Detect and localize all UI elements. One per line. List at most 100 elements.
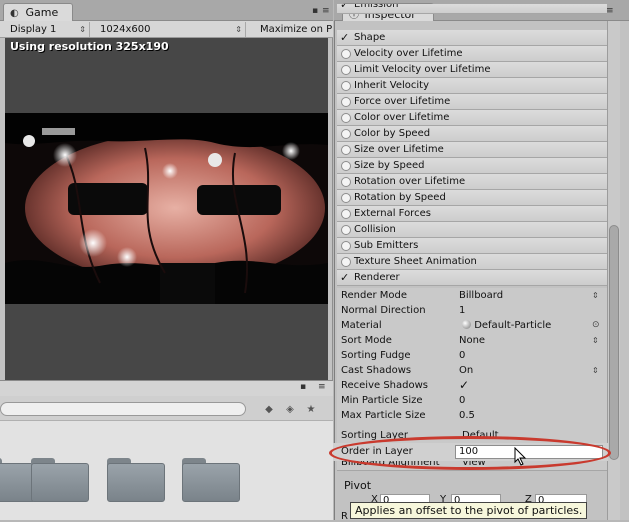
module-shape[interactable]: ✓ Shape (337, 30, 607, 46)
resolution-select[interactable]: 1024x600 ⇕ (96, 22, 246, 37)
module-toggle-circle-icon[interactable] (341, 81, 351, 91)
lock-icon[interactable]: ▪ (312, 6, 318, 16)
updown-arrow-icon: ⇕ (592, 336, 599, 345)
module-toggle-circle-icon[interactable] (341, 49, 351, 59)
module-emission[interactable]: ✓ Emission (337, 4, 607, 14)
filter-by-type-icon[interactable]: ◆ (262, 404, 276, 416)
filter-by-label-icon[interactable]: ◈ (283, 404, 297, 416)
mouse-cursor-icon (514, 447, 527, 466)
module-renderer[interactable]: ✓ Renderer (337, 270, 607, 286)
panel-menu-icon[interactable]: ≡ (322, 6, 330, 16)
module-rotation-by-speed[interactable]: Rotation by Speed (337, 190, 607, 206)
display-select[interactable]: Display 1 ⇕ (6, 22, 90, 37)
game-scene-image (5, 113, 328, 304)
module-enabled-checkbox[interactable]: ✓ (340, 30, 349, 46)
module-texture-sheet-animation[interactable]: Texture Sheet Animation (337, 254, 607, 270)
module-inherit-velocity[interactable]: Inherit Velocity (337, 78, 607, 94)
updown-arrow-icon: ⇕ (592, 291, 599, 300)
normal-direction-field[interactable]: 1 (459, 305, 465, 316)
module-toggle-circle-icon[interactable] (341, 193, 351, 203)
module-limit-velocity-over-lifetime[interactable]: Limit Velocity over Lifetime (337, 62, 607, 78)
next-property-label: R (341, 511, 348, 522)
folder-icon[interactable] (182, 458, 240, 502)
scrollbar-thumb[interactable] (609, 225, 619, 460)
receive-shadows-checkbox[interactable]: ✓ (459, 378, 469, 392)
min-particle-size-label: Min Particle Size (341, 395, 423, 406)
module-collision[interactable]: Collision (337, 222, 607, 238)
module-external-forces[interactable]: External Forces (337, 206, 607, 222)
module-toggle-circle-icon[interactable] (341, 257, 351, 267)
module-toggle-circle-icon[interactable] (341, 225, 351, 235)
module-color-by-speed[interactable]: Color by Speed (337, 126, 607, 142)
project-toolbar: ▪ ≡ (0, 381, 333, 396)
highlight-annotation (329, 436, 611, 470)
module-label: Rotation by Speed (354, 192, 446, 203)
module-rotation-over-lifetime[interactable]: Rotation over Lifetime (337, 174, 607, 190)
updown-arrow-icon: ⇕ (79, 25, 86, 34)
module-label: Limit Velocity over Lifetime (354, 64, 491, 75)
module-size-by-speed[interactable]: Size by Speed (337, 158, 607, 174)
object-picker-icon[interactable]: ⊙ (592, 320, 600, 330)
module-toggle-circle-icon[interactable] (341, 145, 351, 155)
module-enabled-checkbox[interactable]: ✓ (340, 270, 349, 286)
sorting-fudge-field[interactable]: 0 (459, 350, 465, 361)
maximize-on-play-label: Maximize on P (260, 24, 333, 35)
module-color-over-lifetime[interactable]: Color over Lifetime (337, 110, 607, 126)
module-toggle-circle-icon[interactable] (341, 113, 351, 123)
module-sub-emitters[interactable]: Sub Emitters (337, 238, 607, 254)
min-particle-size-field[interactable]: 0 (459, 395, 465, 406)
module-label: Sub Emitters (354, 240, 419, 251)
game-controller-icon: ◐ (10, 8, 19, 19)
module-label: Color over Lifetime (354, 112, 450, 123)
maximize-on-play-button[interactable]: Maximize on P (256, 22, 333, 37)
module-label: Velocity over Lifetime (354, 48, 463, 59)
material-field[interactable]: Default-Particle (462, 320, 551, 331)
sort-mode-label: Sort Mode (341, 335, 392, 346)
favorite-star-icon[interactable]: ★ (304, 404, 318, 416)
panel-menu-icon[interactable]: ≡ (318, 382, 326, 392)
render-mode-label: Render Mode (341, 290, 408, 301)
max-particle-size-label: Max Particle Size (341, 410, 426, 421)
module-label: Renderer (354, 272, 400, 283)
pivot-label: Pivot (344, 479, 372, 492)
resolution-select-value: 1024x600 (100, 24, 151, 35)
normal-direction-label: Normal Direction (341, 305, 426, 316)
module-size-over-lifetime[interactable]: Size over Lifetime (337, 142, 607, 158)
module-label: Rotation over Lifetime (354, 176, 466, 187)
module-toggle-circle-icon[interactable] (341, 129, 351, 139)
cast-shadows-select[interactable]: On (459, 365, 473, 376)
module-enabled-checkbox[interactable]: ✓ (340, 4, 349, 10)
module-label: Force over Lifetime (354, 96, 451, 107)
lock-icon[interactable]: ▪ (300, 382, 306, 392)
module-toggle-circle-icon[interactable] (341, 65, 351, 75)
game-toolbar: Display 1 ⇕ 1024x600 ⇕ Maximize on P (0, 21, 333, 38)
module-toggle-circle-icon[interactable] (341, 177, 351, 187)
module-velocity-over-lifetime[interactable]: Velocity over Lifetime (337, 46, 607, 62)
module-toggle-circle-icon[interactable] (341, 97, 351, 107)
updown-arrow-icon: ⇕ (592, 366, 599, 375)
tab-game[interactable]: ◐ Game (3, 3, 73, 21)
display-select-value: Display 1 (10, 24, 57, 35)
updown-arrow-icon: ⇕ (235, 25, 242, 34)
module-toggle-circle-icon[interactable] (341, 241, 351, 251)
module-toggle-circle-icon[interactable] (341, 209, 351, 219)
module-force-over-lifetime[interactable]: Force over Lifetime (337, 94, 607, 110)
module-label: Collision (354, 224, 396, 235)
project-search-input[interactable] (0, 402, 246, 416)
panel-menu-icon[interactable]: ≡ (606, 6, 614, 16)
max-particle-size-field[interactable]: 0.5 (459, 410, 475, 421)
module-label: Inherit Velocity (354, 80, 429, 91)
receive-shadows-label: Receive Shadows (341, 380, 428, 391)
module-label: Emission (354, 4, 399, 10)
game-tabstrip: ◐ Game ▪ ≡ (0, 0, 333, 21)
render-mode-select[interactable]: Billboard (459, 290, 503, 301)
folder-icon[interactable] (31, 458, 89, 502)
module-label: Texture Sheet Animation (354, 256, 477, 267)
particle-modules-list: ✓ Emission ✓ Shape Velocity over Lifetime Lim… (337, 4, 607, 286)
module-label: Shape (354, 32, 386, 43)
module-label: Size over Lifetime (354, 144, 444, 155)
material-field-value: Default-Particle (474, 320, 552, 331)
folder-icon[interactable] (107, 458, 165, 502)
module-toggle-circle-icon[interactable] (341, 161, 351, 171)
sort-mode-select[interactable]: None (459, 335, 485, 346)
